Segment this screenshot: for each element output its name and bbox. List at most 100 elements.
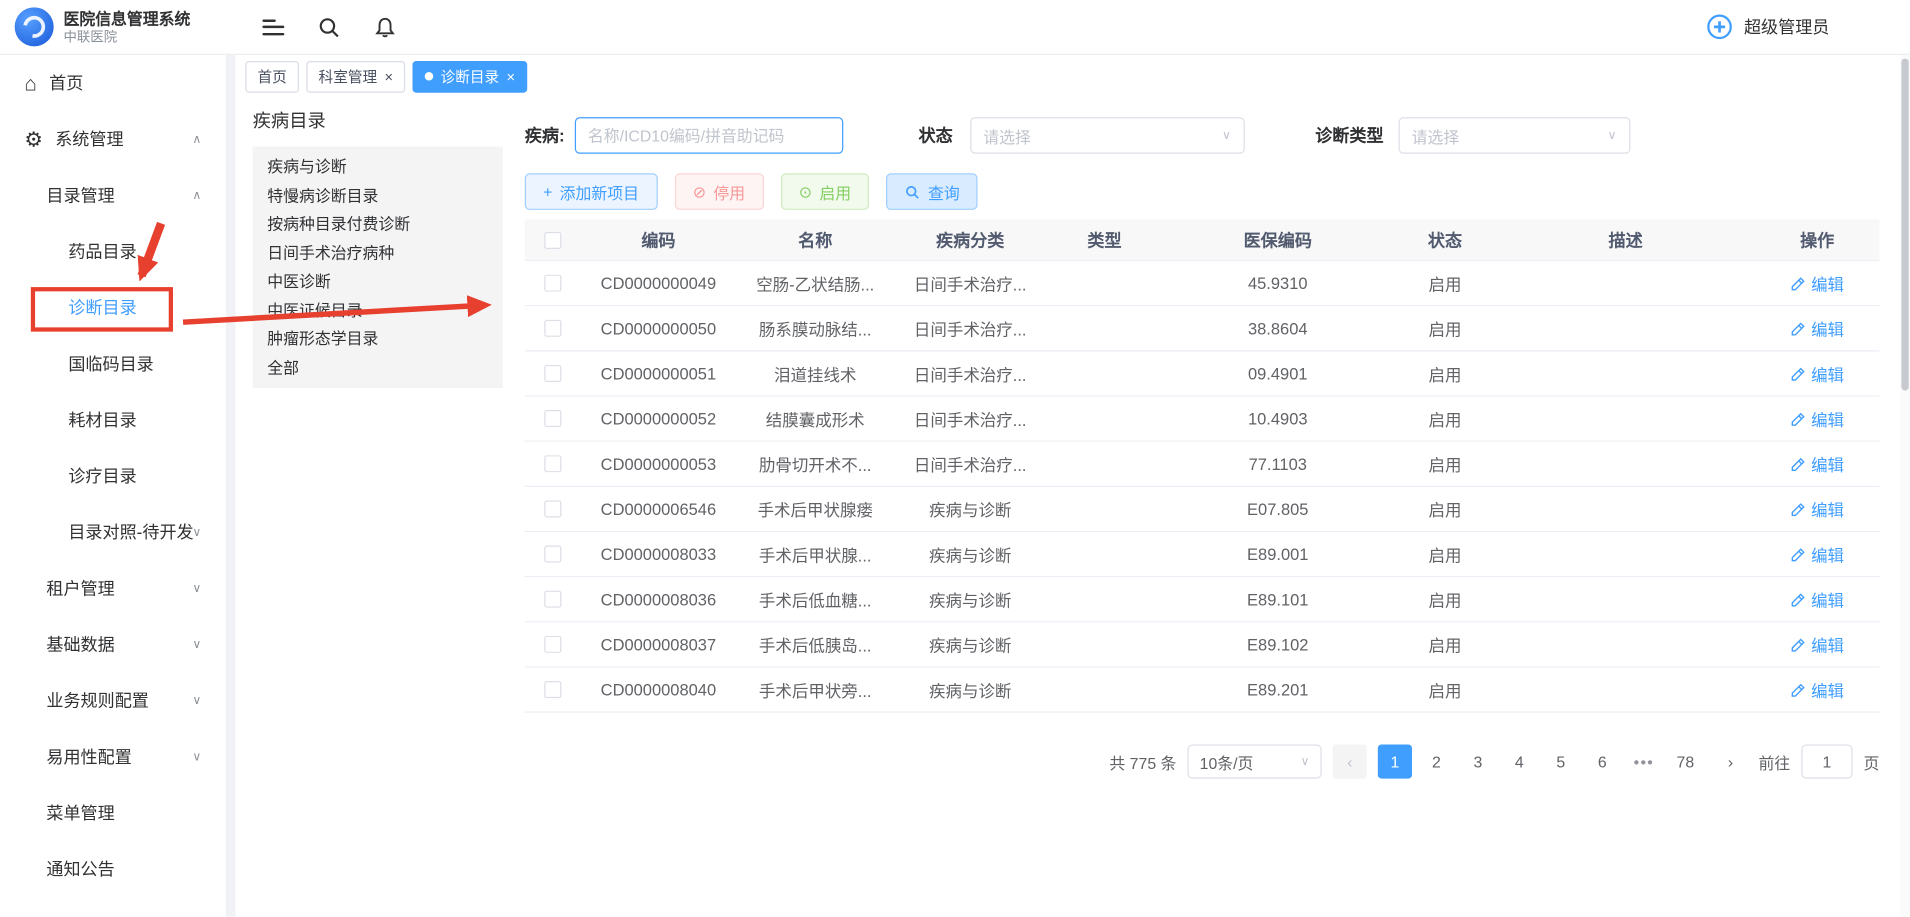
- catalog-item-3[interactable]: 按病种目录付费诊断: [253, 210, 503, 239]
- pager-page-6[interactable]: 6: [1585, 744, 1619, 778]
- status-select[interactable]: 请选择 ∨: [970, 117, 1245, 154]
- catalog-item-1[interactable]: 疾病与诊断: [253, 153, 503, 182]
- edit-button[interactable]: 编辑: [1790, 316, 1844, 340]
- page-size-select[interactable]: 10条/页 ∨: [1187, 744, 1321, 778]
- sidebar-item-label: 诊疗目录: [68, 464, 136, 488]
- enable-button[interactable]: ⊙ 启用: [780, 173, 869, 210]
- sidebar-item-system-manage[interactable]: ⚙系统管理∧: [0, 111, 226, 167]
- catalog-item-5[interactable]: 中医诊断: [253, 267, 503, 296]
- sidebar-item-notice[interactable]: 通知公告: [0, 841, 226, 897]
- type-select-placeholder: 请选择: [1412, 124, 1460, 147]
- sidebar-item-label: 易用性配置: [46, 744, 131, 768]
- edit-button[interactable]: 编辑: [1790, 406, 1844, 430]
- cell-status: 启用: [1394, 452, 1497, 476]
- pager-page-3[interactable]: 3: [1461, 744, 1495, 778]
- cell-category: 疾病与诊断: [893, 497, 1047, 521]
- goto-label: 前往: [1759, 750, 1791, 773]
- table-row[interactable]: CD0000000053 肋骨切开术不... 日间手术治疗... 77.1103…: [525, 442, 1880, 487]
- edit-button[interactable]: 编辑: [1790, 497, 1844, 521]
- edit-button[interactable]: 编辑: [1790, 587, 1844, 611]
- app-title: 医院信息管理系统: [63, 8, 190, 29]
- sidebar-item-catalog-manage[interactable]: 目录管理∧: [0, 167, 226, 223]
- edit-button[interactable]: 编辑: [1790, 452, 1844, 476]
- cell-name: 手术后甲状腺...: [737, 542, 893, 566]
- row-checkbox[interactable]: [544, 410, 561, 427]
- diagnosis-type-select[interactable]: 请选择 ∨: [1398, 117, 1630, 154]
- sidebar-item-catalog-compare[interactable]: 目录对照-待开发∨: [0, 504, 226, 560]
- tab-diagnosis-catalog[interactable]: 诊断目录×: [413, 60, 528, 92]
- table-row[interactable]: CD0000000049 空肠-乙状结肠... 日间手术治疗... 45.931…: [525, 261, 1880, 306]
- tab-home[interactable]: 首页: [245, 60, 299, 92]
- sidebar-item-consumable-catalog[interactable]: 耗材目录: [0, 392, 226, 448]
- query-button[interactable]: 查询: [887, 173, 979, 210]
- cell-insurance: E07.805: [1162, 500, 1394, 518]
- page-size-value: 10条/页: [1200, 750, 1254, 773]
- sidebar-item-usability-config[interactable]: 易用性配置∨: [0, 729, 226, 785]
- row-checkbox[interactable]: [544, 681, 561, 698]
- pager-next[interactable]: ›: [1713, 744, 1747, 778]
- edit-button[interactable]: 编辑: [1790, 271, 1844, 295]
- header-category: 疾病分类: [893, 228, 1047, 252]
- row-checkbox[interactable]: [544, 365, 561, 382]
- catalog-item-8[interactable]: 全部: [253, 353, 503, 382]
- table-row[interactable]: CD0000000052 结膜囊成形术 日间手术治疗... 10.4903 启用…: [525, 397, 1880, 442]
- table-row[interactable]: CD0000000051 泪道挂线术 日间手术治疗... 09.4901 启用 …: [525, 351, 1880, 396]
- disable-button[interactable]: ⊘ 停用: [674, 173, 763, 210]
- sidebar-item-base-data[interactable]: 基础数据∨: [0, 616, 226, 672]
- tab-dept-manage[interactable]: 科室管理×: [306, 60, 405, 92]
- sidebar-item-label: 租户管理: [46, 576, 114, 600]
- sidebar-item-diagnosis-catalog[interactable]: 诊断目录: [0, 279, 226, 335]
- catalog-item-7[interactable]: 肿瘤形态学目录: [253, 325, 503, 354]
- row-checkbox[interactable]: [544, 275, 561, 292]
- sidebar-item-menu-manage[interactable]: 菜单管理: [0, 785, 226, 841]
- table-row[interactable]: CD0000008040 手术后甲状旁... 疾病与诊断 E89.201 启用 …: [525, 668, 1880, 713]
- catalog-item-4[interactable]: 日间手术治疗病种: [253, 239, 503, 268]
- header-user[interactable]: 超级管理员: [1706, 13, 1910, 40]
- bell-icon[interactable]: [373, 15, 396, 38]
- scrollbar-thumb[interactable]: [1901, 59, 1908, 391]
- row-checkbox[interactable]: [544, 500, 561, 517]
- table-row[interactable]: CD0000000050 肠系膜动脉结... 日间手术治疗... 38.8604…: [525, 306, 1880, 351]
- edit-button[interactable]: 编辑: [1790, 632, 1844, 656]
- table-row[interactable]: CD0000008036 手术后低血糖... 疾病与诊断 E89.101 启用 …: [525, 577, 1880, 622]
- sidebar-item-tenant-manage[interactable]: 租户管理∨: [0, 560, 226, 616]
- row-checkbox[interactable]: [544, 455, 561, 472]
- pager-page-78[interactable]: 78: [1668, 744, 1702, 778]
- catalog-item-2[interactable]: 特慢病诊断目录: [253, 181, 503, 210]
- close-icon[interactable]: ×: [507, 69, 516, 84]
- edit-button[interactable]: 编辑: [1790, 677, 1844, 701]
- pager-page-2[interactable]: 2: [1419, 744, 1453, 778]
- edit-button[interactable]: 编辑: [1790, 361, 1844, 385]
- row-checkbox[interactable]: [544, 591, 561, 608]
- row-checkbox[interactable]: [544, 636, 561, 653]
- disease-search-input[interactable]: [574, 117, 842, 154]
- edit-icon: [1790, 501, 1806, 517]
- table-row[interactable]: CD0000008037 手术后低胰岛... 疾病与诊断 E89.102 启用 …: [525, 622, 1880, 667]
- add-item-button[interactable]: + 添加新项目: [525, 173, 658, 210]
- pager-page-5[interactable]: 5: [1544, 744, 1578, 778]
- row-checkbox[interactable]: [544, 546, 561, 563]
- row-checkbox[interactable]: [544, 320, 561, 337]
- collapse-menu-icon[interactable]: [262, 19, 284, 35]
- disable-label: 停用: [713, 180, 745, 203]
- select-all-checkbox[interactable]: [544, 231, 561, 248]
- table-row[interactable]: CD0000008033 手术后甲状腺... 疾病与诊断 E89.001 启用 …: [525, 532, 1880, 577]
- sidebar-item-home[interactable]: ⌂首页: [0, 55, 226, 111]
- chevron-down-icon: ∨: [192, 638, 201, 651]
- sidebar-item-business-rule-config[interactable]: 业务规则配置∨: [0, 672, 226, 728]
- sidebar-item-national-code-catalog[interactable]: 国临码目录: [0, 336, 226, 392]
- close-icon[interactable]: ×: [384, 69, 393, 84]
- table-row[interactable]: CD0000006546 手术后甲状腺瘘 疾病与诊断 E07.805 启用 编辑: [525, 487, 1880, 532]
- sidebar-item-drug-catalog[interactable]: 药品目录: [0, 223, 226, 279]
- pager-prev[interactable]: ‹: [1333, 744, 1367, 778]
- goto-page-input[interactable]: [1801, 744, 1852, 778]
- edit-button[interactable]: 编辑: [1790, 542, 1844, 566]
- app-root: 医院信息管理系统 中联医院 超级管理员 ⌂首页⚙系统管理∧目录管理∧药品目录诊断…: [0, 0, 1910, 917]
- pager-pages: 123456•••78: [1378, 744, 1703, 778]
- edit-icon: [1790, 591, 1806, 607]
- sidebar-item-treatment-catalog[interactable]: 诊疗目录: [0, 448, 226, 504]
- pager-page-4[interactable]: 4: [1502, 744, 1536, 778]
- pager-page-1[interactable]: 1: [1378, 744, 1412, 778]
- catalog-item-6[interactable]: 中医证候目录: [253, 296, 503, 325]
- search-icon[interactable]: [317, 15, 340, 38]
